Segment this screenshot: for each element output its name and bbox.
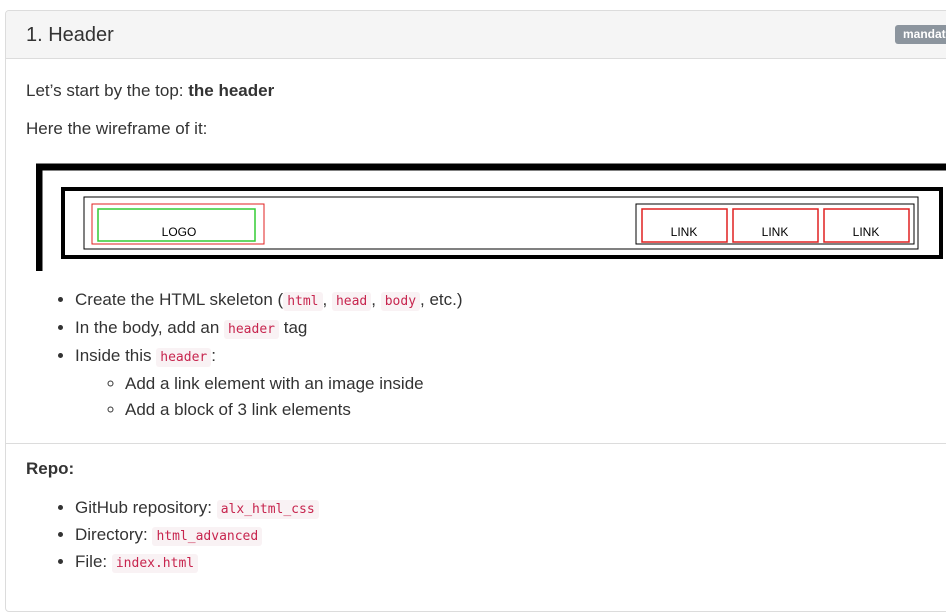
step-add-header-suffix: tag: [279, 318, 308, 337]
step-skeleton-text: Create the HTML skeleton (: [75, 290, 284, 309]
repo-directory-value: html_advanced: [152, 527, 263, 546]
repo-github: GitHub repository: alx_html_css: [75, 495, 319, 522]
repo-file-value: index.html: [111, 554, 199, 573]
repo-title: Repo:: [26, 459, 75, 478]
step-inside-header-suffix: :: [211, 346, 216, 365]
sub-step-link-image: Add a link element with an image inside: [125, 371, 463, 397]
wireframe-link-label-1: LINK: [671, 225, 698, 239]
wireframe-intro: Here the wireframe of it:: [26, 119, 208, 138]
code-header: header: [224, 320, 279, 339]
repo-directory: Directory: html_advanced: [75, 522, 319, 549]
task-steps: Create the HTML skeleton (html, head, bo…: [46, 287, 463, 423]
code-html: html: [283, 292, 323, 311]
step-inside-header: Inside this header: Add a link element w…: [75, 343, 463, 423]
repo-file-label: File:: [75, 552, 112, 571]
intro-bold: the header: [188, 81, 275, 100]
intro-text: Let’s start by the top: the header: [26, 81, 274, 101]
wireframe-link-label-3: LINK: [853, 225, 880, 239]
wireframe-link-label-2: LINK: [762, 225, 789, 239]
panel-heading: 1. Header mandatory: [6, 11, 946, 59]
step-add-header-text: In the body, add an: [75, 318, 225, 337]
sub-step-link-block: Add a block of 3 link elements: [125, 397, 463, 423]
wireframe-logo-label: LOGO: [162, 225, 197, 239]
wireframe-drawing: LOGO LINK LINK LINK: [35, 163, 946, 271]
intro-prefix: Let’s start by the top:: [26, 81, 189, 100]
step-skeleton: Create the HTML skeleton (html, head, bo…: [75, 287, 463, 315]
repo-github-label: GitHub repository:: [75, 498, 217, 517]
task-title: 1. Header: [26, 24, 114, 46]
repo-directory-label: Directory:: [75, 525, 153, 544]
mandatory-badge: mandatory: [895, 25, 946, 44]
code-header-2: header: [156, 348, 212, 367]
step-add-header: In the body, add an header tag: [75, 315, 463, 343]
code-body: body: [380, 292, 421, 311]
sub-steps: Add a link element with an image inside …: [75, 371, 463, 423]
step-skeleton-suffix: , etc.): [420, 290, 463, 309]
section-divider: [6, 443, 946, 444]
repo-github-value: alx_html_css: [216, 500, 319, 519]
wireframe-image: LOGO LINK LINK LINK: [35, 163, 946, 280]
repo-list: GitHub repository: alx_html_css Director…: [46, 495, 319, 576]
step-inside-header-text: Inside this: [75, 346, 157, 365]
code-head: head: [331, 292, 372, 311]
wireframe-header-frame: [61, 187, 943, 259]
task-panel: 1. Header mandatory Let’s start by the t…: [5, 10, 946, 612]
